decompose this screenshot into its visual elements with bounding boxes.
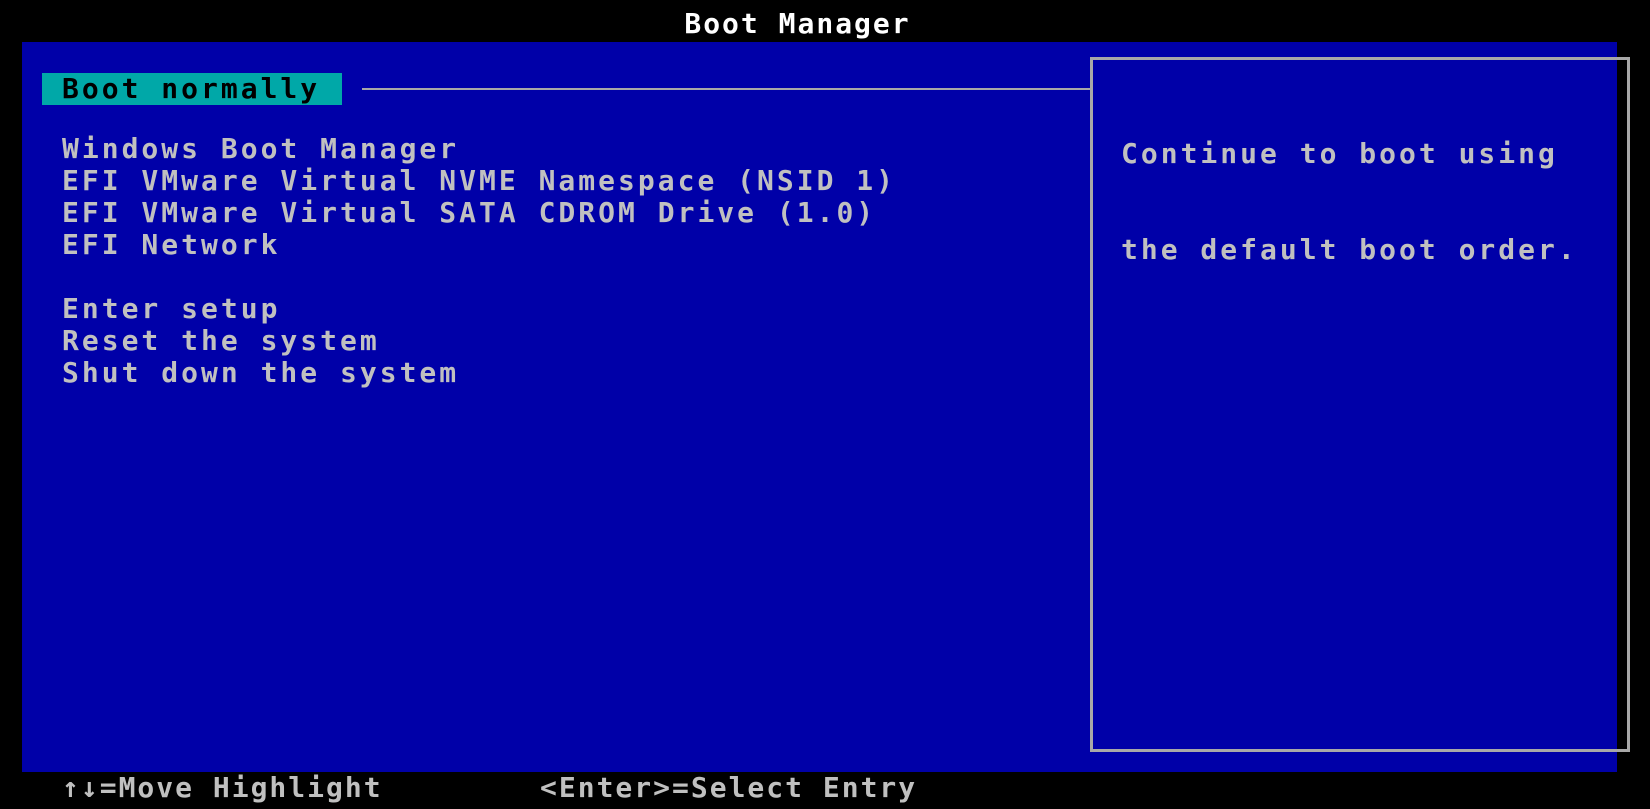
- help-text: Continue to boot using the default boot …: [1121, 74, 1621, 330]
- menu-item-efi-cdrom[interactable]: EFI VMware Virtual SATA CDROM Drive (1.0…: [62, 197, 876, 229]
- move-highlight-hint: ↑↓=Move Highlight: [62, 771, 383, 804]
- help-line: the default boot order.: [1121, 233, 1578, 266]
- select-entry-hint: <Enter>=Select Entry: [540, 771, 918, 804]
- menu-item-reset-system[interactable]: Reset the system: [62, 325, 380, 357]
- menu-item-enter-setup[interactable]: Enter setup: [62, 293, 280, 325]
- menu-item-boot-normally[interactable]: Boot normally: [42, 73, 342, 105]
- menu-item-efi-network[interactable]: EFI Network: [62, 229, 280, 261]
- page-title: Boot Manager: [684, 7, 911, 40]
- boot-menu-panel: Boot normally Windows Boot Manager EFI V…: [22, 42, 1630, 772]
- menu-item-shut-down-system[interactable]: Shut down the system: [62, 357, 459, 389]
- menu-item-efi-nvme[interactable]: EFI VMware Virtual NVME Namespace (NSID …: [62, 165, 896, 197]
- separator-line: [362, 88, 1090, 90]
- help-box: Continue to boot using the default boot …: [1090, 57, 1630, 752]
- menu-item-windows-boot-manager[interactable]: Windows Boot Manager: [62, 133, 459, 165]
- help-line: Continue to boot using: [1121, 137, 1558, 170]
